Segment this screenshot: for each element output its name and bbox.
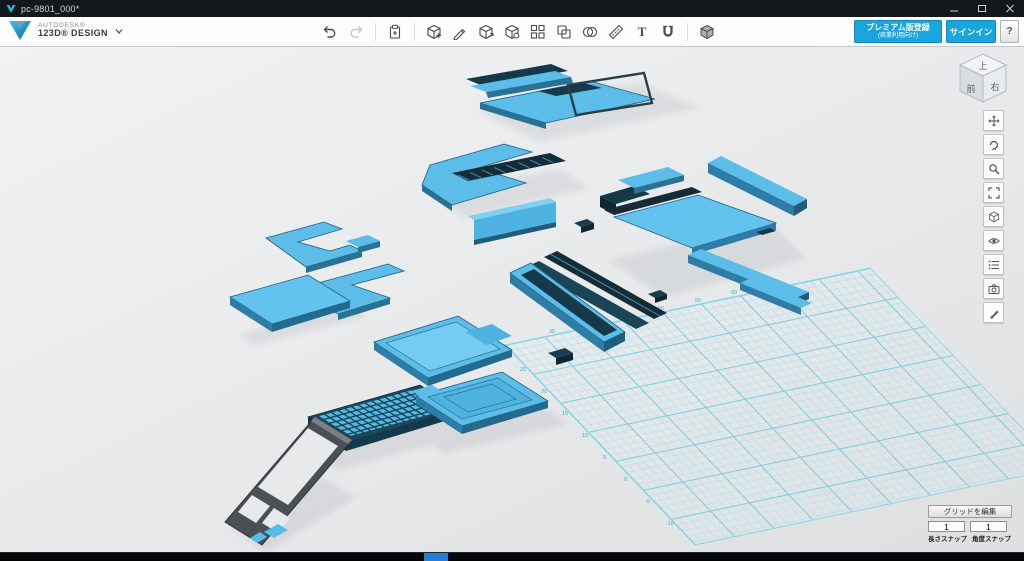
angle-snap-input[interactable] [970,521,1007,532]
construct-icon [478,24,494,40]
orbit-icon [988,139,1000,151]
signin-button[interactable]: サインイン [946,20,996,43]
main-tools: T [320,17,717,46]
home-view-button[interactable] [983,206,1004,227]
maximize-button[interactable] [968,0,996,17]
close-button[interactable] [996,0,1024,17]
part-bracket-upper[interactable] [266,222,362,273]
premium-sublabel: (商業利用向け) [878,33,918,40]
app-icon [6,4,16,14]
svg-text:5: 5 [603,455,606,461]
grouping-button[interactable] [554,21,574,43]
material-icon [699,24,715,40]
view-cube[interactable]: 上 前 右 [954,50,1012,111]
combine-button[interactable] [580,21,600,43]
account-area: プレミアム版登録 (商業利用向け) サインイン ? [854,20,1019,43]
orbit-button[interactable] [983,134,1004,155]
material-paint-button[interactable] [983,302,1004,323]
material-button[interactable] [697,21,717,43]
home-view-icon [988,211,1000,223]
camera-icon [988,283,1000,295]
modify-button[interactable] [502,21,522,43]
svg-text:25: 25 [520,367,526,373]
viewcube-label-right: 右 [990,81,999,92]
fit-icon [988,187,1000,199]
toolbar-separator [414,23,415,41]
svg-text:-5: -5 [645,499,650,505]
pattern-button[interactable] [528,21,548,43]
zoom-button[interactable] [983,158,1004,179]
primitives-icon [426,24,442,40]
app-menu-chevron-icon[interactable] [114,26,124,36]
undo-button[interactable] [320,21,340,43]
taskbar[interactable] [0,552,1024,560]
brand-123d-design: 123D® DESIGN [38,29,108,39]
insert-icon [387,24,403,40]
construct-button[interactable] [476,21,496,43]
undo-icon [322,24,338,40]
svg-text:20: 20 [541,389,547,395]
3d-viewport[interactable]: 30 25 20 15 10 5 0 -5 -10 35 40 45 50 55… [0,46,1024,552]
text-tool-button[interactable]: T [632,21,652,43]
toolbar-separator [375,23,376,41]
modify-icon [504,24,520,40]
help-button[interactable]: ? [1000,20,1019,43]
eye-icon [988,235,1000,247]
primitives-button[interactable] [424,21,444,43]
svg-text:10: 10 [582,433,588,439]
viewcube-label-top: 上 [978,61,987,71]
insert-button[interactable] [385,21,405,43]
svg-text:0: 0 [624,477,627,483]
edit-grid-button[interactable]: グリッドを編集 [928,505,1012,518]
app-toolbar: AUTODESK® 123D® DESIGN [0,17,1024,47]
navigation-toolbar [983,110,1004,323]
fit-button[interactable] [983,182,1004,203]
redo-button[interactable] [346,21,366,43]
face-top [708,156,807,206]
brand-block: AUTODESK® 123D® DESIGN [8,19,124,42]
paintbrush-icon [988,307,1000,319]
autodesk-123d-logo-icon [8,19,32,42]
snapshot-button[interactable] [983,278,1004,299]
sketch-icon [452,24,468,40]
svg-text:35: 35 [549,329,555,335]
redo-icon [348,24,364,40]
grouping-icon [556,24,572,40]
viewcube-label-front: 前 [966,83,975,94]
angle-snap-label: 角度スナップ [972,533,1011,543]
pattern-icon [530,24,546,40]
measure-icon [608,24,624,40]
snap-button[interactable] [658,21,678,43]
combine-icon [582,24,598,40]
snap-icon [660,24,676,40]
part-small-1[interactable] [574,219,594,233]
svg-text:60: 60 [731,290,737,296]
pan-button[interactable] [983,110,1004,131]
outline-list-icon [988,259,1000,271]
text-tool-glyph: T [638,24,647,40]
length-snap-input[interactable] [928,521,965,532]
svg-text:-10: -10 [666,521,674,527]
zoom-icon [988,163,1000,175]
premium-label: プレミアム版登録 [866,23,929,32]
length-snap-label: 長さスナップ [928,533,967,543]
measure-button[interactable] [606,21,626,43]
window-titlebar: pc-9801_000* [0,0,1024,17]
outline-button[interactable] [983,254,1004,275]
minimize-button[interactable] [940,0,968,17]
grid-settings-panel: グリッドを編集 長さスナップ 角度スナップ [928,505,1012,543]
pan-icon [988,115,1000,127]
svg-text:15: 15 [562,411,568,417]
window-title: pc-9801_000* [21,4,79,14]
sketch-button[interactable] [450,21,470,43]
visibility-button[interactable] [983,230,1004,251]
svg-text:55: 55 [695,298,701,304]
toolbar-separator [687,23,688,41]
premium-signup-button[interactable]: プレミアム版登録 (商業利用向け) [854,20,942,43]
scene-canvas[interactable]: 30 25 20 15 10 5 0 -5 -10 35 40 45 50 55… [0,46,1024,552]
